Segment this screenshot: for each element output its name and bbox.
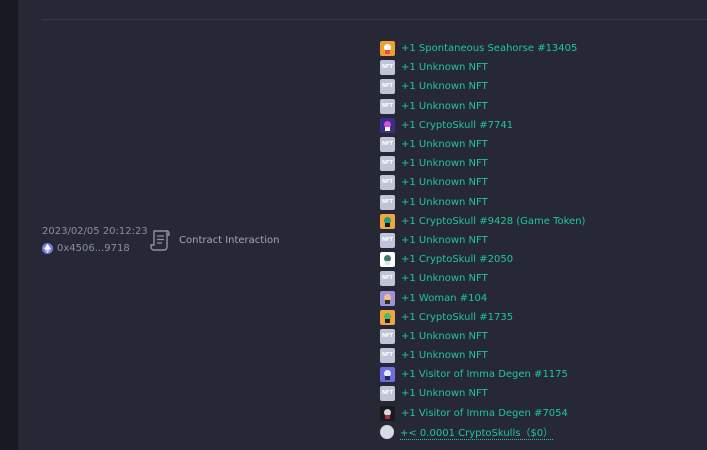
skull-white-nft-icon[interactable] [380,252,395,268]
token-transfer-label[interactable]: +1 CryptoSkull #1735 [401,312,513,323]
nft-placeholder-icon[interactable]: NFT [380,137,395,153]
token-transfer-label[interactable]: +1 CryptoSkull #7741 [401,120,513,131]
skull-orange-nft-icon[interactable] [380,309,395,325]
token-transfer-row: NFT +1 Unknown NFT [380,327,585,346]
scroll-icon [150,229,171,252]
token-transfer-label[interactable]: +1 Unknown NFT [401,62,488,73]
token-transfer-label[interactable]: +1 Unknown NFT [401,235,488,246]
token-transfer-label[interactable]: +1 Unknown NFT [401,101,488,112]
token-transfer-row: +1 CryptoSkull #1735 [380,308,585,327]
token-transfer-label[interactable]: +1 CryptoSkull #9428 (Game Token) [401,216,585,227]
skull-teal-nft-icon[interactable] [380,213,395,229]
left-rail [0,0,18,450]
nft-placeholder-icon[interactable]: NFT [380,232,395,248]
token-transfer-label[interactable]: +1 Unknown NFT [401,177,488,188]
seahorse-nft-icon[interactable] [380,41,395,57]
visitor-dark-nft-icon[interactable] [380,405,395,421]
token-transfer-row: +1 CryptoSkull #9428 (Game Token) [380,212,585,231]
token-transfer-list: +1 Spontaneous Seahorse #13405 NFT +1 Unkn… [380,39,585,442]
nft-placeholder-icon[interactable]: NFT [380,328,395,344]
token-transfer-row: NFT +1 Unknown NFT [380,346,585,365]
token-transfer-row: +1 Spontaneous Seahorse #13405 [380,39,585,58]
nft-placeholder-icon[interactable]: NFT [380,386,395,402]
transaction-type-label: Contract Interaction [179,235,280,246]
transaction-timestamp: 2023/02/05 20:12:23 [42,226,148,237]
ethereum-icon [42,243,53,254]
token-transfer-row: +1 Woman #104 [380,288,585,307]
token-transfer-row: +1 Visitor of Imma Degen #7054 [380,404,585,423]
token-transfer-row: NFT +1 Unknown NFT [380,77,585,96]
token-transfer-row: NFT +1 Unknown NFT [380,384,585,403]
token-transfer-label[interactable]: +1 Spontaneous Seahorse #13405 [401,43,577,54]
token-transfer-label[interactable]: +1 Visitor of Imma Degen #7054 [401,408,568,419]
skull-purple-nft-icon[interactable] [380,117,395,133]
token-transfer-row: NFT +1 Unknown NFT [380,135,585,154]
token-transfer-label[interactable]: +1 Unknown NFT [401,158,488,169]
token-amount-link[interactable]: +< 0.0001 CryptoSkulls（$0） [400,424,554,441]
nft-placeholder-icon[interactable]: NFT [380,79,395,95]
token-transfer-label[interactable]: +1 Unknown NFT [401,197,488,208]
token-transfer-row: NFT +1 Unknown NFT [380,58,585,77]
token-transfer-label[interactable]: +1 Unknown NFT [401,388,488,399]
token-transfer-row: +1 CryptoSkull #7741 [380,116,585,135]
nft-placeholder-icon[interactable]: NFT [380,194,395,210]
token-transfer-row: NFT +1 Unknown NFT [380,193,585,212]
row-divider [42,19,707,20]
nft-placeholder-icon[interactable]: NFT [380,156,395,172]
token-transfer-label[interactable]: +1 Unknown NFT [401,331,488,342]
visitor-purple-nft-icon[interactable] [380,367,395,383]
token-transfer-row: NFT +1 Unknown NFT [380,269,585,288]
token-transfer-row: +< 0.0001 CryptoSkulls（$0） [380,423,585,442]
token-transfer-label[interactable]: +1 Visitor of Imma Degen #1175 [401,369,568,380]
token-transfer-label[interactable]: +1 Unknown NFT [401,139,488,150]
token-transfer-row: NFT +1 Unknown NFT [380,97,585,116]
transaction-type: Contract Interaction [150,229,279,252]
token-transfer-label[interactable]: +1 Woman #104 [401,293,487,304]
token-transfer-label[interactable]: +1 Unknown NFT [401,350,488,361]
token-transfer-row: NFT +1 Unknown NFT [380,173,585,192]
address-text: 0x4506...9718 [57,243,130,254]
transaction-panel [18,0,707,450]
nft-placeholder-icon[interactable]: NFT [380,60,395,76]
token-transfer-row: +1 Visitor of Imma Degen #1175 [380,365,585,384]
token-transfer-label[interactable]: +1 Unknown NFT [401,273,488,284]
token-transfer-label[interactable]: +1 CryptoSkull #2050 [401,254,513,265]
token-transfer-row: +1 CryptoSkull #2050 [380,250,585,269]
token-transfer-row: NFT +1 Unknown NFT [380,231,585,250]
nft-placeholder-icon[interactable]: NFT [380,348,395,364]
nft-placeholder-icon[interactable]: NFT [380,98,395,114]
nft-placeholder-icon[interactable]: NFT [380,175,395,191]
token-transfer-label[interactable]: +1 Unknown NFT [401,81,488,92]
transaction-address[interactable]: 0x4506...9718 [42,243,130,254]
token-transfer-row: NFT +1 Unknown NFT [380,154,585,173]
token-coin-icon[interactable] [380,425,394,440]
nft-placeholder-icon[interactable]: NFT [380,271,395,287]
woman-nft-icon[interactable] [380,290,395,306]
